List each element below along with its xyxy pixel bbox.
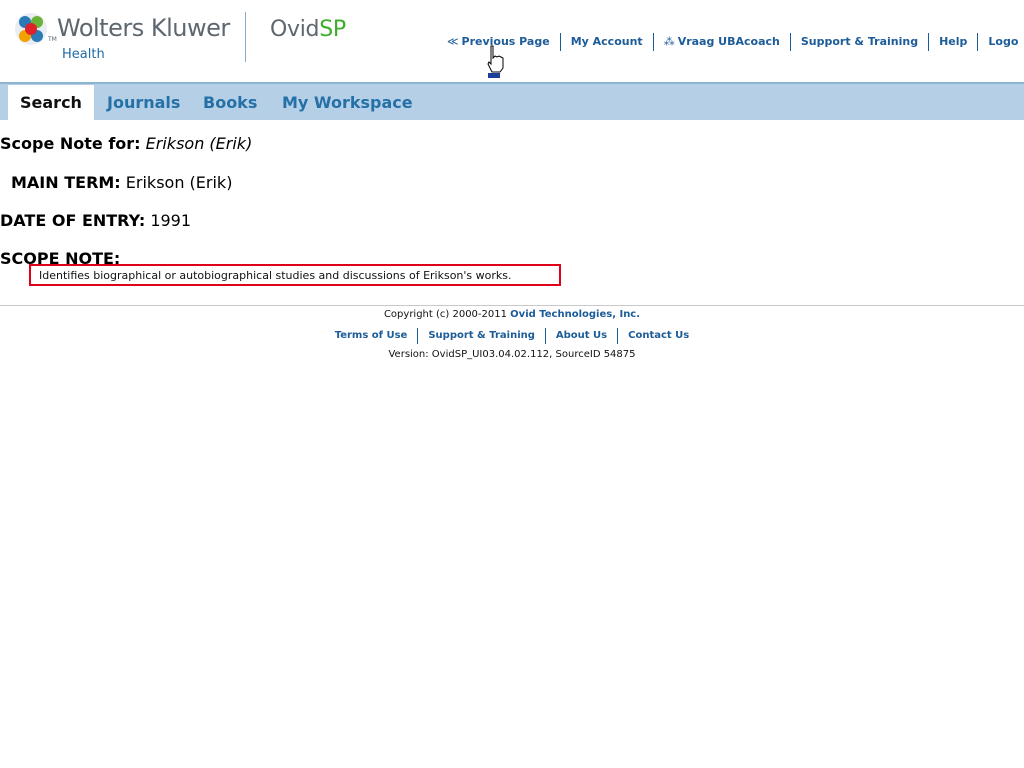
date-of-entry-value: 1991 bbox=[150, 211, 192, 230]
tab-books[interactable]: Books bbox=[203, 85, 257, 120]
brand-name[interactable]: Wolters Kluwer bbox=[57, 14, 230, 42]
logo-link[interactable]: Logo bbox=[978, 33, 1024, 51]
main-term-value: Erikson (Erik) bbox=[125, 173, 233, 192]
hand-cursor-icon bbox=[487, 45, 504, 78]
help-person-icon: ⁂ bbox=[663, 35, 675, 48]
page-footer: Copyright (c) 2000-2011 Ovid Technologie… bbox=[0, 309, 1024, 360]
page-header: TM Wolters Kluwer Health OvidSP ≪ Previou… bbox=[0, 0, 1024, 84]
terms-of-use-link[interactable]: Terms of Use bbox=[325, 328, 419, 344]
main-term-row: MAIN TERM: Erikson (Erik) bbox=[11, 173, 232, 192]
support-training-link[interactable]: Support & Training bbox=[791, 33, 930, 51]
tab-my-workspace[interactable]: My Workspace bbox=[282, 85, 413, 120]
footer-support-training-link[interactable]: Support & Training bbox=[418, 328, 546, 344]
main-term-label: MAIN TERM: bbox=[11, 173, 121, 192]
double-left-chevron-icon: ≪ bbox=[447, 35, 459, 48]
product-suffix: SP bbox=[319, 17, 346, 42]
help-link[interactable]: Help bbox=[929, 33, 979, 51]
date-of-entry-row: DATE OF ENTRY: 1991 bbox=[0, 211, 191, 230]
brand-subtitle: Health bbox=[62, 47, 105, 62]
top-links: ≪ Previous Page My Account ⁂ Vraag UBAcoac… bbox=[443, 32, 1024, 52]
product-prefix: Ovid bbox=[270, 17, 320, 42]
tab-search[interactable]: Search bbox=[8, 85, 94, 120]
footer-links: Terms of Use Support & Training About Us… bbox=[0, 328, 1024, 344]
tab-journals[interactable]: Journals bbox=[107, 85, 180, 120]
my-account-link[interactable]: My Account bbox=[561, 33, 654, 51]
scope-note-text: Identifies biographical or autobiographi… bbox=[39, 269, 512, 282]
date-of-entry-label: DATE OF ENTRY: bbox=[0, 211, 146, 230]
wolters-kluwer-logo-icon[interactable] bbox=[14, 12, 48, 46]
scope-note-for-value: Erikson (Erik) bbox=[145, 134, 253, 153]
about-us-link[interactable]: About Us bbox=[546, 328, 619, 344]
copyright-text: Copyright (c) 2000-2011 bbox=[383, 309, 507, 320]
copyright-line: Copyright (c) 2000-2011 Ovid Technologie… bbox=[0, 309, 1024, 320]
product-logo[interactable]: OvidSP bbox=[270, 17, 346, 42]
logo-divider bbox=[245, 12, 246, 62]
scope-note-for-row: Scope Note for: Erikson (Erik) bbox=[0, 134, 252, 153]
scope-note-for-label: Scope Note for: bbox=[0, 134, 141, 153]
footer-divider bbox=[0, 305, 1024, 306]
copyright-company-link[interactable]: Ovid Technologies, Inc. bbox=[510, 309, 640, 320]
brand-tm: TM bbox=[48, 36, 57, 43]
contact-us-link[interactable]: Contact Us bbox=[618, 328, 699, 344]
version-text: Version: OvidSP_UI03.04.02.112, SourceID… bbox=[388, 349, 636, 360]
main-navbar: Search Journals Books My Workspace bbox=[0, 84, 1024, 120]
vraag-ubacoach-link[interactable]: ⁂ Vraag UBAcoach bbox=[654, 33, 791, 51]
